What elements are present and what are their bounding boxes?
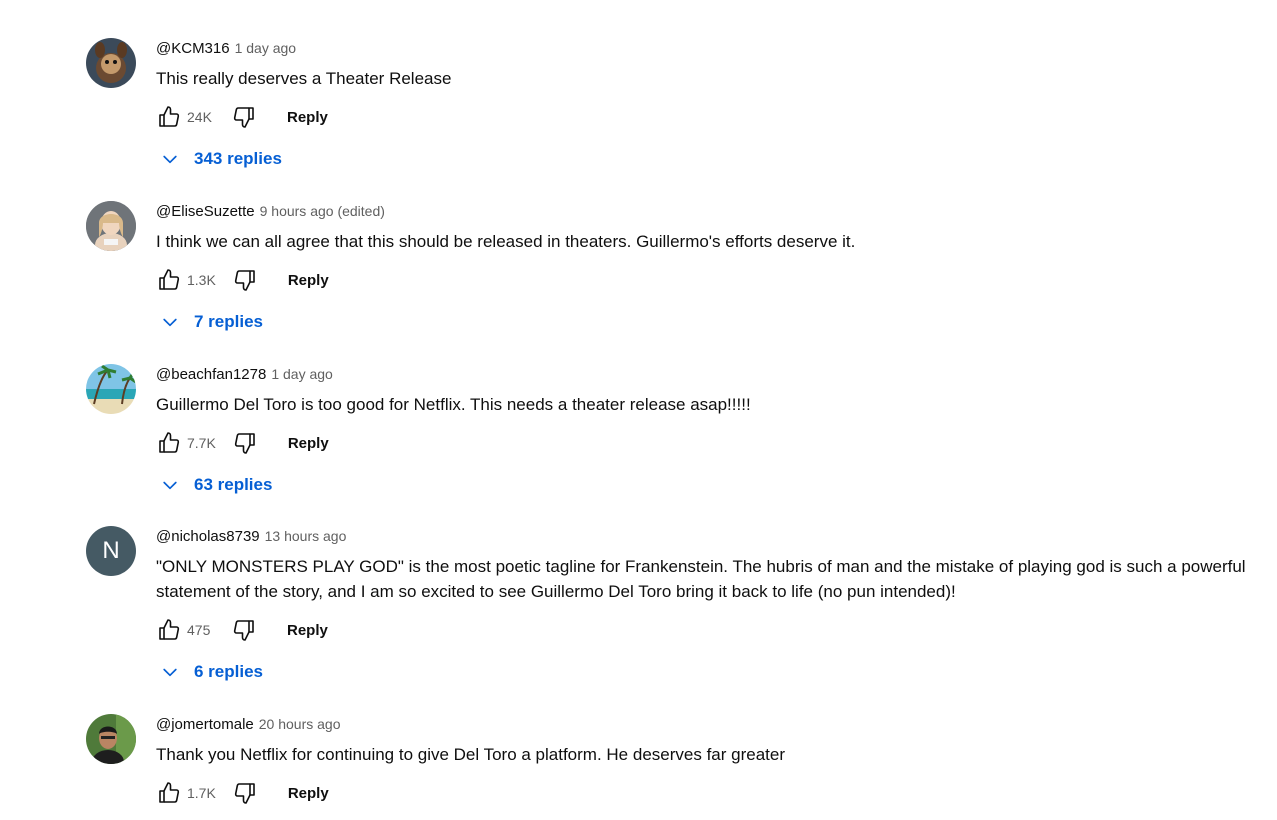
view-replies-button[interactable]: 343 replies <box>160 141 1271 177</box>
chevron-down-icon <box>163 155 177 164</box>
reply-button[interactable]: Reply <box>288 435 329 452</box>
thumbs-down-icon <box>234 433 255 454</box>
author-name[interactable]: @EliseSuzette <box>156 203 255 220</box>
thumbs-up-icon <box>159 269 180 290</box>
comment-header: @jomertomale 20 hours ago <box>156 716 1271 736</box>
avatar[interactable] <box>86 38 136 88</box>
thumbs-down-icon <box>233 620 254 641</box>
reply-button[interactable]: Reply <box>287 109 328 126</box>
replies-count-label: 343 replies <box>194 149 282 168</box>
comment-actions: 24K Reply <box>156 97 1271 137</box>
reply-button[interactable]: Reply <box>288 785 329 802</box>
author-name[interactable]: @beachfan1278 <box>156 366 266 383</box>
avatar[interactable] <box>86 201 136 251</box>
thumbs-up-icon <box>159 432 180 453</box>
comment-time[interactable]: 13 hours ago <box>265 528 347 544</box>
comment-body: @EliseSuzette 9 hours ago (edited) I thi… <box>156 201 1271 340</box>
like-button[interactable] <box>156 430 182 456</box>
dislike-button[interactable] <box>231 104 257 130</box>
author-name[interactable]: @nicholas8739 <box>156 528 260 545</box>
chevron-down-icon <box>163 318 177 327</box>
thumbs-up-icon <box>159 782 180 803</box>
replies-count-label: 6 replies <box>194 662 263 681</box>
comment-text: I think we can all agree that this shoul… <box>156 232 856 251</box>
comment-time[interactable]: 9 hours ago (edited) <box>260 203 385 219</box>
replies-count-label: 7 replies <box>194 312 263 331</box>
avatar-letter: N <box>102 537 120 564</box>
comment-text: "ONLY MONSTERS PLAY GOD" is the most poe… <box>156 557 1246 601</box>
dislike-button[interactable] <box>232 780 258 806</box>
chevron-down-icon <box>163 481 177 490</box>
like-count: 24K <box>187 109 212 125</box>
comment-header: @KCM316 1 day ago <box>156 40 1271 60</box>
reply-button[interactable]: Reply <box>288 272 329 289</box>
thumbs-down-icon <box>234 783 255 804</box>
replies-count-label: 63 replies <box>194 475 273 494</box>
comment-body: @beachfan1278 1 day ago Guillermo Del To… <box>156 364 1271 503</box>
view-replies-button[interactable]: 6 replies <box>160 654 1271 690</box>
author-name[interactable]: @KCM316 <box>156 40 230 57</box>
thumbs-down-icon <box>234 270 255 291</box>
comment-header: @EliseSuzette 9 hours ago (edited) <box>156 203 1271 223</box>
comment-actions: 475 Reply <box>156 610 1271 650</box>
dislike-button[interactable] <box>232 267 258 293</box>
dislike-button[interactable] <box>231 617 257 643</box>
like-button[interactable] <box>156 617 182 643</box>
avatar[interactable] <box>86 364 136 414</box>
reply-button[interactable]: Reply <box>287 622 328 639</box>
comment-time[interactable]: 20 hours ago <box>259 716 341 732</box>
comment-body: @jomertomale 20 hours ago Thank you Netf… <box>156 714 1271 813</box>
like-button[interactable] <box>156 780 182 806</box>
thumbs-down-icon <box>233 107 254 128</box>
like-button[interactable] <box>156 104 182 130</box>
comment-header: @beachfan1278 1 day ago <box>156 366 1271 386</box>
thumbs-up-icon <box>159 106 180 127</box>
comment-time[interactable]: 1 day ago <box>235 40 297 56</box>
comment-body: @nicholas8739 13 hours ago "ONLY MONSTER… <box>156 526 1271 690</box>
comment-actions: 1.7K Reply <box>156 773 1271 813</box>
comment-time[interactable]: 1 day ago <box>271 366 333 382</box>
like-count: 475 <box>187 622 211 638</box>
dislike-button[interactable] <box>232 430 258 456</box>
view-replies-button[interactable]: 63 replies <box>160 467 1271 503</box>
view-replies-button[interactable]: 7 replies <box>160 304 1271 340</box>
comment-body: @KCM316 1 day ago This really deserves a… <box>156 38 1271 177</box>
avatar[interactable]: N <box>86 526 136 576</box>
comment-text: This really deserves a Theater Release <box>156 69 452 88</box>
comment-header: @nicholas8739 13 hours ago <box>156 528 1271 548</box>
comment-text: Thank you Netflix for continuing to give… <box>156 745 785 764</box>
avatar[interactable] <box>86 714 136 764</box>
author-name[interactable]: @jomertomale <box>156 716 254 733</box>
like-count: 1.3K <box>187 272 216 288</box>
chevron-down-icon <box>163 668 177 677</box>
comment-text: Guillermo Del Toro is too good for Netfl… <box>156 395 751 414</box>
comment-actions: 7.7K Reply <box>156 423 1271 463</box>
comment-actions: 1.3K Reply <box>156 260 1271 300</box>
thumbs-up-icon <box>159 619 180 640</box>
like-count: 7.7K <box>187 435 216 451</box>
like-button[interactable] <box>156 267 182 293</box>
like-count: 1.7K <box>187 785 216 801</box>
